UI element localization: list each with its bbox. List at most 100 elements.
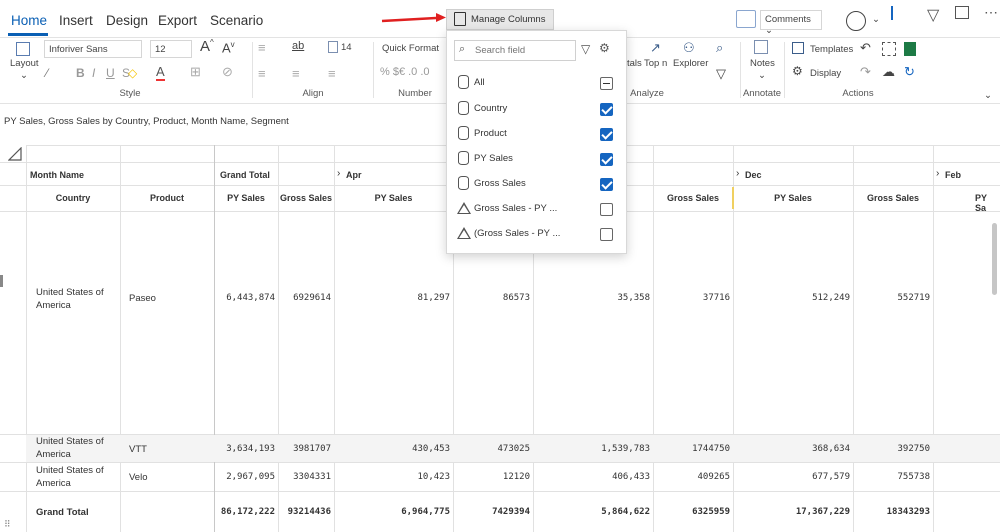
display-button[interactable]: Display: [810, 68, 841, 79]
product-cell: Velo: [129, 472, 148, 483]
column-header-gross-sales[interactable]: Gross Sales: [278, 193, 334, 203]
column-header-py-sales[interactable]: PY Sales: [733, 193, 853, 203]
number-format-icons[interactable]: % $€ .0 .0: [380, 66, 430, 78]
column-option-product[interactable]: Product: [455, 126, 617, 146]
select-all-corner-icon[interactable]: [8, 147, 22, 161]
font-color-icon[interactable]: A: [156, 64, 165, 81]
more-options-icon[interactable]: ⋯: [984, 4, 998, 21]
explorer-icon[interactable]: ⚇: [683, 40, 695, 56]
column-header-py-sales[interactable]: PY Sales: [334, 193, 453, 203]
align-center-icon[interactable]: ≡: [258, 66, 266, 81]
search-icon[interactable]: ⌕: [716, 40, 723, 56]
font-family-select[interactable]: Inforiver Sans: [44, 40, 142, 58]
user-avatar-icon[interactable]: [846, 11, 866, 31]
column-header-py-sales[interactable]: PY Sa: [975, 193, 1000, 213]
wrap-text-icon[interactable]: ab: [292, 40, 304, 52]
redo-icon[interactable]: ↷: [860, 64, 871, 80]
bold-icon[interactable]: B: [76, 66, 85, 80]
expand-apr-chevron-icon[interactable]: ›: [337, 168, 340, 179]
value-cell: 512,249: [812, 293, 850, 303]
italic-icon[interactable]: I: [92, 66, 95, 80]
align-right-icon[interactable]: ≡: [328, 66, 336, 81]
comments-dropdown[interactable]: Comments ⌄: [760, 10, 822, 36]
manage-columns-label: Manage Columns: [471, 14, 546, 25]
borders-icon[interactable]: ⊞: [190, 64, 201, 80]
totals-button[interactable]: tals: [627, 58, 642, 69]
search-input[interactable]: [475, 44, 571, 57]
display-icon[interactable]: ⚙: [792, 64, 803, 78]
column-option-py-sales[interactable]: PY Sales: [455, 151, 617, 171]
notes-chevron-icon[interactable]: ⌄: [758, 70, 766, 81]
checkbox-all[interactable]: [600, 77, 613, 90]
templates-button[interactable]: Templates: [810, 44, 853, 55]
select-icon[interactable]: [882, 42, 896, 56]
column-header-py-sales[interactable]: PY Sales: [214, 193, 278, 203]
tab-export[interactable]: Export: [158, 13, 197, 28]
top-n-icon[interactable]: ↗: [650, 40, 661, 56]
expand-dec-chevron-icon[interactable]: ›: [736, 168, 739, 179]
user-menu-chevron-icon[interactable]: ⌄: [872, 14, 880, 25]
column-header-gross-sales[interactable]: Gross Sales: [653, 193, 733, 203]
checkbox-py-sales[interactable]: [600, 153, 613, 166]
drag-handle-icon[interactable]: ⠿: [4, 519, 11, 530]
info-icon[interactable]: [891, 6, 893, 20]
checkbox-gross-sales[interactable]: [600, 178, 613, 191]
font-size-select[interactable]: 12: [150, 40, 192, 58]
align-middle-icon[interactable]: ≡: [292, 66, 300, 81]
layout-chevron-icon[interactable]: ⌄: [20, 70, 28, 81]
checkbox-country[interactable]: [600, 103, 613, 116]
add-comment-icon[interactable]: [736, 10, 756, 28]
country-cell: United States of America: [36, 465, 104, 489]
value-cell: 368,634: [812, 444, 850, 454]
manage-columns-button[interactable]: Manage Columns ⌄: [446, 9, 554, 35]
tab-home[interactable]: Home: [11, 13, 47, 28]
column-header-product[interactable]: Product: [120, 193, 214, 203]
quick-format-select[interactable]: Quick Format: [378, 40, 448, 58]
indent-size[interactable]: 14: [341, 42, 352, 53]
decrease-font-icon[interactable]: Av: [222, 40, 235, 55]
column-option-gross-sales[interactable]: Gross Sales: [455, 176, 617, 196]
column-header-gross-sales[interactable]: Gross Sales: [853, 193, 933, 203]
undo-icon[interactable]: ↶: [860, 40, 871, 56]
column-option-all[interactable]: All: [455, 75, 617, 95]
filter-icon[interactable]: ▽: [927, 5, 939, 25]
column-option-country[interactable]: Country: [455, 101, 617, 121]
checkbox-product[interactable]: [600, 128, 613, 141]
filter-icon[interactable]: ▽: [716, 66, 726, 82]
tab-scenario[interactable]: Scenario: [210, 13, 263, 28]
value-cell: 1,539,783: [601, 444, 650, 454]
gear-icon[interactable]: ⚙: [599, 41, 610, 55]
underline-icon[interactable]: U: [106, 66, 115, 80]
checkbox-gross-sales-variance[interactable]: [600, 203, 613, 216]
layout-icon[interactable]: [16, 42, 30, 56]
checkbox-gross-sales-variance-pct[interactable]: [600, 228, 613, 241]
database-icon: [458, 75, 469, 89]
tab-insert[interactable]: Insert: [59, 13, 93, 28]
refresh-icon[interactable]: ↻: [904, 64, 915, 80]
expand-icon[interactable]: [955, 6, 969, 19]
notes-icon[interactable]: [754, 40, 768, 54]
increase-font-icon[interactable]: A^: [200, 38, 214, 55]
column-option-gross-sales-variance-pct[interactable]: (Gross Sales - PY ...: [455, 226, 617, 246]
excel-icon[interactable]: [904, 42, 916, 56]
explorer-button[interactable]: Explorer: [673, 58, 708, 69]
total-cell: 86,172,222: [220, 507, 275, 517]
fill-color-icon[interactable]: ◇: [128, 66, 137, 80]
search-field-box[interactable]: ⌕: [454, 40, 576, 61]
column-header-country[interactable]: Country: [26, 193, 120, 203]
vertical-scrollbar-thumb[interactable]: [992, 223, 997, 295]
tab-design[interactable]: Design: [106, 13, 148, 28]
upload-icon[interactable]: ☁: [882, 64, 895, 80]
visibility-icon[interactable]: ⊘: [222, 64, 233, 80]
format-painter-icon[interactable]: ⁄: [46, 66, 48, 80]
expand-feb-chevron-icon[interactable]: ›: [936, 168, 939, 179]
notes-button[interactable]: Notes: [750, 58, 775, 69]
collapse-ribbon-chevron-icon[interactable]: ⌄: [984, 90, 992, 101]
left-resize-handle[interactable]: [0, 275, 3, 287]
column-option-gross-sales-variance[interactable]: Gross Sales - PY ...: [455, 201, 617, 221]
align-left-icon[interactable]: ≡: [258, 40, 266, 55]
top-n-button[interactable]: Top n: [644, 58, 667, 69]
indent-icon[interactable]: [328, 41, 338, 53]
templates-icon[interactable]: [792, 42, 804, 54]
filter-icon[interactable]: ▽: [581, 42, 590, 56]
